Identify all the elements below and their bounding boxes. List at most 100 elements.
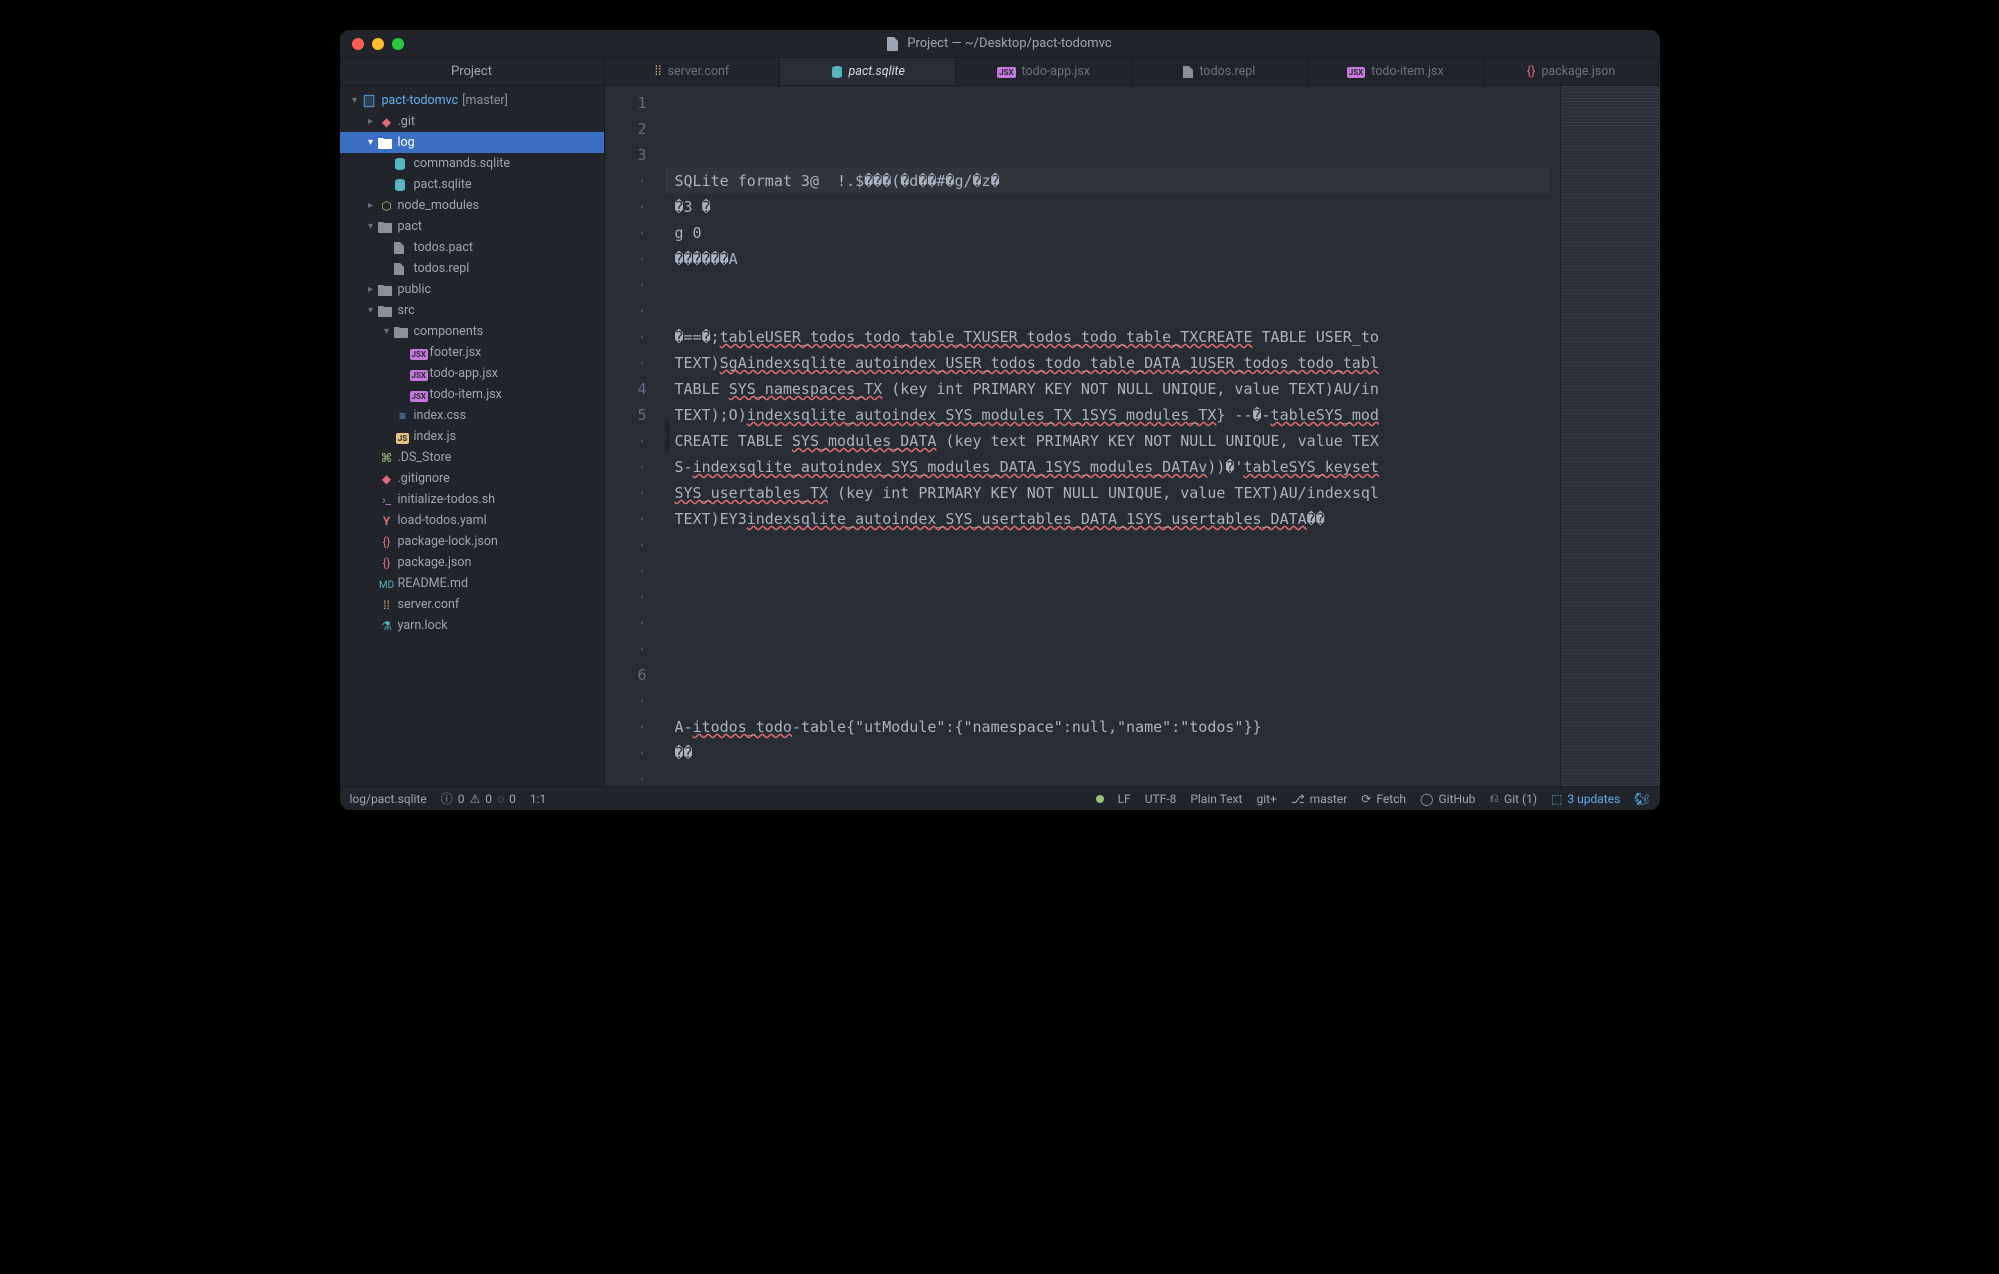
gutter-line: ·: [605, 584, 665, 610]
tree-item-package-lock-json[interactable]: {}package-lock.json: [340, 531, 604, 552]
folder-icon: [378, 137, 396, 149]
tab-todo-item-jsx[interactable]: JSXtodo-item.jsx: [1308, 58, 1484, 85]
maximize-window-button[interactable]: [392, 38, 404, 50]
folder-node-icon: ⬡: [378, 199, 396, 213]
tree-item-load-todos-yaml[interactable]: Yload-todos.yaml: [340, 510, 604, 531]
tree-item-todo-item-jsx[interactable]: JSXtodo-item.jsx: [340, 384, 604, 405]
jsx-icon: JSX: [410, 388, 428, 402]
status-squirrel[interactable]: 🐿: [1634, 792, 1649, 806]
db-icon: [394, 157, 412, 171]
status-encoding[interactable]: UTF-8: [1145, 792, 1177, 806]
tree-item-node-modules[interactable]: ▸⬡node_modules: [340, 195, 604, 216]
status-git-count[interactable]: ⎌ Git (1): [1489, 791, 1537, 806]
gutter-line: ·: [605, 428, 665, 454]
code-area[interactable]: ‹ SQLite format 3@ !.$���(�d��#�g/�z��3 …: [665, 86, 1560, 786]
tab-package-json[interactable]: {}package.json: [1484, 58, 1660, 85]
code-line: �3 �: [675, 194, 1550, 220]
branch-tag: [master]: [462, 93, 508, 108]
status-grammar[interactable]: Plain Text: [1190, 792, 1242, 806]
tree-item-initialize-todos-sh[interactable]: ›_initialize-todos.sh: [340, 489, 604, 510]
conf-icon: ⁞⁞: [655, 64, 662, 79]
close-window-button[interactable]: [352, 38, 364, 50]
tree-item-components[interactable]: ▾components: [340, 321, 604, 342]
gutter-line: ·: [605, 480, 665, 506]
tree-item-label: package-lock.json: [398, 534, 498, 549]
sh-icon: ›_: [378, 493, 396, 507]
tree-item-src[interactable]: ▾src: [340, 300, 604, 321]
file-icon: [394, 242, 412, 254]
status-git-plus[interactable]: git+: [1256, 792, 1276, 806]
folder-icon: [378, 221, 396, 233]
code-line: TABLE SYS_namespaces_TX (key int PRIMARY…: [675, 376, 1550, 402]
tree-item--git[interactable]: ▸◆.git: [340, 111, 604, 132]
sidebar: Project ▾ pact-todomvc [master] ▸◆.git▾l…: [340, 58, 605, 786]
tab-server-conf[interactable]: ⁞⁞server.conf: [605, 58, 781, 85]
minimize-window-button[interactable]: [372, 38, 384, 50]
window-title-text: Project — ~/Desktop/pact-todomvc: [907, 36, 1111, 51]
tree-item-label: todo-item.jsx: [430, 387, 502, 402]
file-tree[interactable]: ▾ pact-todomvc [master] ▸◆.git▾logcomman…: [340, 86, 604, 786]
gutter-line: ·: [605, 168, 665, 194]
status-fetch[interactable]: ⟳ Fetch: [1361, 792, 1406, 806]
js-icon: JS: [394, 430, 412, 444]
status-cursor[interactable]: 1:1: [530, 792, 546, 806]
status-branch[interactable]: ⎇ master: [1291, 792, 1347, 806]
tree-item-todos-repl[interactable]: todos.repl: [340, 258, 604, 279]
tree-item-label: public: [398, 282, 432, 297]
tree-item-index-css[interactable]: ≡index.css: [340, 405, 604, 426]
code-line: [675, 636, 1550, 662]
code-line: [675, 766, 1550, 786]
status-diagnostics[interactable]: ⓘ0 ⚠0 ◌0: [441, 790, 516, 807]
tree-item-footer-jsx[interactable]: JSXfooter.jsx: [340, 342, 604, 363]
jsx-icon: JSX: [410, 367, 428, 381]
tab-todo-app-jsx[interactable]: JSXtodo-app.jsx: [956, 58, 1132, 85]
editor-wrap: 123········45·········6···· ‹ SQLite for…: [605, 86, 1660, 786]
status-github[interactable]: ◯ GitHub: [1420, 792, 1475, 806]
tree-item-package-json[interactable]: {}package.json: [340, 552, 604, 573]
tree-item--ds-store[interactable]: ⌘.DS_Store: [340, 447, 604, 468]
tree-item-public[interactable]: ▸public: [340, 279, 604, 300]
ds-icon: ⌘: [378, 451, 396, 465]
tree-item-label: server.conf: [398, 597, 460, 612]
chevron-down-icon: ▾: [348, 95, 362, 106]
tab-todos-repl[interactable]: todos.repl: [1132, 58, 1308, 85]
conf-icon: ⁞⁞: [378, 598, 396, 612]
status-path[interactable]: log/pact.sqlite: [350, 792, 427, 806]
folder-icon: [378, 284, 396, 296]
file-icon: [887, 37, 901, 51]
chevron-down-icon: ▾: [364, 221, 378, 232]
editor-window: Project — ~/Desktop/pact-todomvc Project…: [340, 30, 1660, 810]
tree-item-index-js[interactable]: JSindex.js: [340, 426, 604, 447]
tree-item-server-conf[interactable]: ⁞⁞server.conf: [340, 594, 604, 615]
json-icon: {}: [1527, 64, 1535, 79]
minimap[interactable]: [1560, 86, 1660, 786]
tree-item--gitignore[interactable]: ◆.gitignore: [340, 468, 604, 489]
code-line: [675, 532, 1550, 558]
tree-item-label: .DS_Store: [398, 450, 452, 465]
tree-item-commands-sqlite[interactable]: commands.sqlite: [340, 153, 604, 174]
sidebar-toggle-handle[interactable]: ‹: [665, 421, 669, 451]
project-root[interactable]: ▾ pact-todomvc [master]: [340, 90, 604, 111]
chevron-right-icon: ▸: [364, 200, 378, 211]
tree-item-label: log: [398, 135, 415, 150]
gutter-line: ·: [605, 688, 665, 714]
tree-item-readme-md[interactable]: MDREADME.md: [340, 573, 604, 594]
tree-item-yarn-lock[interactable]: ⚗yarn.lock: [340, 615, 604, 636]
editor-area: ⁞⁞server.confpact.sqliteJSXtodo-app.jsxt…: [605, 58, 1660, 786]
tree-item-pact[interactable]: ▾pact: [340, 216, 604, 237]
tree-item-label: README.md: [398, 576, 469, 591]
gutter-line: ·: [605, 324, 665, 350]
file-icon: [1183, 66, 1193, 78]
tab-pact-sqlite[interactable]: pact.sqlite: [780, 58, 956, 85]
gutter-line: ·: [605, 506, 665, 532]
tree-item-log[interactable]: ▾log: [340, 132, 604, 153]
code-line: [675, 298, 1550, 324]
gutter-line: ·: [605, 220, 665, 246]
status-updates[interactable]: ⬚ 3 updates: [1551, 792, 1620, 806]
folder-icon: [378, 305, 396, 317]
tree-item-todo-app-jsx[interactable]: JSXtodo-app.jsx: [340, 363, 604, 384]
status-line-ending[interactable]: LF: [1118, 792, 1131, 806]
tree-item-pact-sqlite[interactable]: pact.sqlite: [340, 174, 604, 195]
tree-item-todos-pact[interactable]: todos.pact: [340, 237, 604, 258]
gutter-line: ·: [605, 740, 665, 766]
